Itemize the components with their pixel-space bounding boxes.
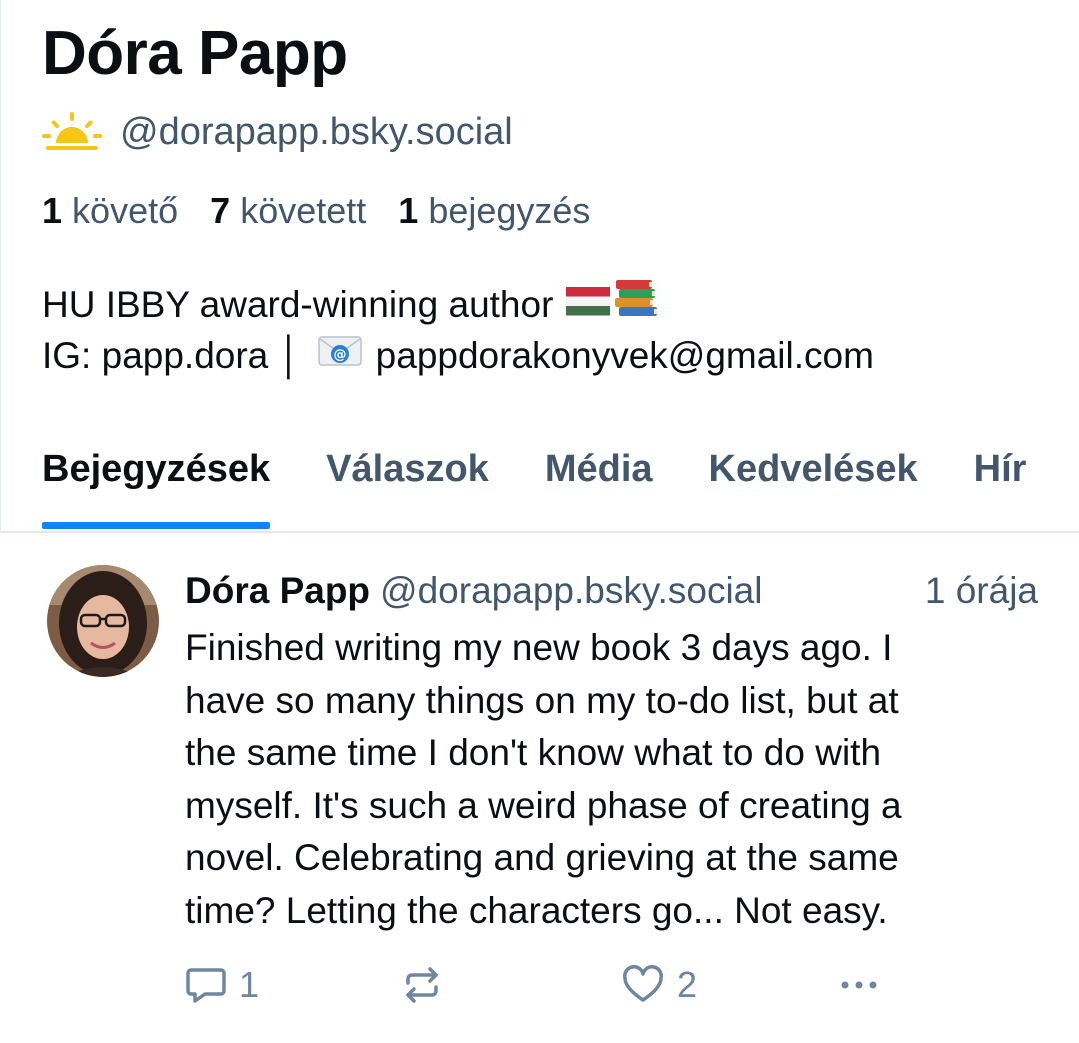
post-author-name[interactable]: Dóra Papp	[185, 570, 370, 611]
following-label: követett	[240, 190, 367, 231]
reply-icon	[185, 965, 227, 1005]
tabs-divider	[0, 531, 1079, 533]
heart-icon	[621, 965, 665, 1005]
reply-button[interactable]: 1	[185, 958, 259, 1012]
repost-button[interactable]	[400, 958, 456, 1012]
followers-label: követő	[72, 190, 179, 231]
tab-feeds[interactable]: Hír	[974, 440, 1027, 532]
left-border	[0, 0, 1, 530]
post-line: the same time I don't know what to do wi…	[185, 732, 882, 773]
post-body[interactable]: Finished writing my new book 3 days ago.…	[185, 622, 1055, 937]
following-count: 7	[210, 190, 231, 231]
avatar[interactable]	[47, 565, 159, 677]
followers-stat[interactable]: 1 követő	[42, 190, 178, 231]
post-line: have so many things on my to-do list, bu…	[185, 679, 899, 721]
tab-replies[interactable]: Válaszok	[326, 440, 489, 532]
post-line: time? Letting the characters go... Not e…	[185, 889, 888, 931]
tab-media[interactable]: Média	[545, 440, 653, 532]
following-stat[interactable]: 7 követett	[210, 190, 366, 231]
email-icon: @	[317, 331, 362, 381]
profile-bio: HU IBBY award-winning author IG: papp.do…	[42, 278, 874, 381]
bio-line-1: HU IBBY award-winning author	[42, 278, 874, 331]
profile-display-name: Dóra Papp	[42, 19, 348, 88]
repost-icon	[400, 965, 444, 1005]
like-count: 2	[677, 964, 698, 1005]
reply-count: 1	[239, 964, 260, 1005]
books-icon	[613, 278, 659, 331]
like-button[interactable]: 2	[621, 958, 697, 1012]
more-dots-icon	[835, 965, 883, 1005]
svg-text:@: @	[333, 348, 346, 363]
posts-label: bejegyzés	[428, 190, 591, 231]
bio-line-2: IG: papp.dora │ @ pappdorakonyvek@gmail.…	[42, 331, 874, 381]
more-options-button[interactable]	[835, 958, 883, 1012]
tab-posts[interactable]: Bejegyzések	[42, 440, 271, 532]
profile-handle-row: @dorapapp.bsky.social	[42, 108, 513, 156]
post-actions: 1 2	[185, 958, 1065, 1012]
bio-text-1: HU IBBY award-winning author	[42, 283, 554, 325]
sun-rising-icon	[42, 110, 102, 154]
hungarian-flag-icon	[565, 280, 611, 330]
bio-ig-text: IG: papp.dora │	[42, 335, 302, 376]
post-author-handle[interactable]: @dorapapp.bsky.social	[380, 570, 762, 611]
post-header: Dóra Papp @dorapapp.bsky.social 1 órája	[185, 566, 1055, 616]
followers-count: 1	[42, 190, 63, 231]
tab-likes[interactable]: Kedvelések	[709, 440, 918, 532]
post-timestamp[interactable]: 1 órája	[925, 566, 1038, 616]
profile-stats: 1 követő 7 követett 1 bejegyzés	[42, 190, 612, 232]
post-line: myself. It's such a weird phase of creat…	[185, 784, 902, 826]
bio-email-link[interactable]: pappdorakonyvek@gmail.com	[376, 331, 874, 381]
post-line: Finished writing my new book 3 days ago.…	[185, 627, 893, 668]
profile-page: Dóra Papp @dorapapp.bsky.social 1 követő…	[0, 0, 1079, 1043]
post-line: novel. Celebrating and grieving at the s…	[185, 837, 899, 878]
profile-handle[interactable]: @dorapapp.bsky.social	[120, 111, 513, 154]
posts-stat: 1 bejegyzés	[398, 190, 590, 231]
profile-tabs: Bejegyzések Válaszok Média Kedvelések Hí…	[42, 440, 1079, 532]
posts-count: 1	[398, 190, 419, 231]
